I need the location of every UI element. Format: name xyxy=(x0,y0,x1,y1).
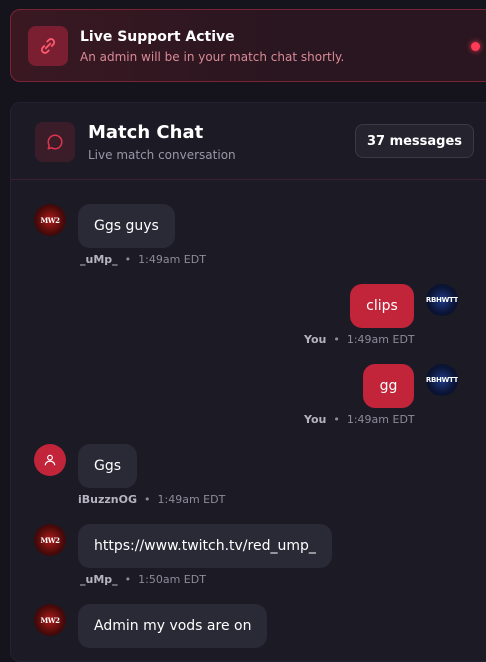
message-time: 1:50am EDT xyxy=(138,573,206,586)
message-author: iBuzznOG xyxy=(78,493,138,506)
link-icon xyxy=(28,26,68,66)
message-time: 1:49am EDT xyxy=(346,333,415,346)
chat-header: Match Chat Live match conversation 37 me… xyxy=(11,103,486,180)
message-meta: iBuzznOG • 1:49am EDT xyxy=(78,493,226,506)
message-count-badge: 37 messages xyxy=(355,124,474,158)
live-support-banner: Live Support Active An admin will be in … xyxy=(10,9,486,82)
user-icon xyxy=(44,454,56,466)
chat-bubble-icon xyxy=(35,122,75,162)
banner-subtitle: An admin will be in your match chat shor… xyxy=(80,50,345,64)
message-meta: You • 1:49am EDT xyxy=(304,333,415,346)
user-avatar[interactable]: MW2 xyxy=(34,204,66,236)
message-bubble: gg xyxy=(363,364,414,408)
message-meta: _uMp_ • 1:49am EDT xyxy=(80,253,206,266)
message-time: 1:49am EDT xyxy=(138,253,206,266)
message-author: _uMp_ xyxy=(80,573,118,586)
message-author: _uMp_ xyxy=(80,253,118,266)
chat-title: Match Chat xyxy=(88,122,204,143)
message-meta: You • 1:49am EDT xyxy=(304,413,415,426)
user-avatar[interactable]: RBHWTT xyxy=(426,284,458,316)
user-avatar[interactable]: RBHWTT xyxy=(426,364,458,396)
user-avatar[interactable]: MW2 xyxy=(34,524,66,556)
message-bubble: Admin my vods are on xyxy=(78,604,268,648)
message-bubble: Ggs guys xyxy=(78,204,175,248)
user-avatar[interactable] xyxy=(34,444,66,476)
message-author: You xyxy=(304,413,327,426)
message-bubble: Ggs xyxy=(78,444,138,488)
message-bubble: clips xyxy=(350,284,414,328)
message-bubble[interactable]: https://www.twitch.tv/red_ump_ xyxy=(78,524,332,568)
message-time: 1:49am EDT xyxy=(157,493,226,506)
chat-subtitle: Live match conversation xyxy=(88,148,236,162)
live-status-dot xyxy=(471,42,480,51)
user-avatar[interactable]: MW2 xyxy=(34,604,66,636)
message-author: You xyxy=(304,333,327,346)
message-time: 1:49am EDT xyxy=(346,413,415,426)
banner-title: Live Support Active xyxy=(80,29,235,45)
message-meta: _uMp_ • 1:50am EDT xyxy=(80,573,206,586)
